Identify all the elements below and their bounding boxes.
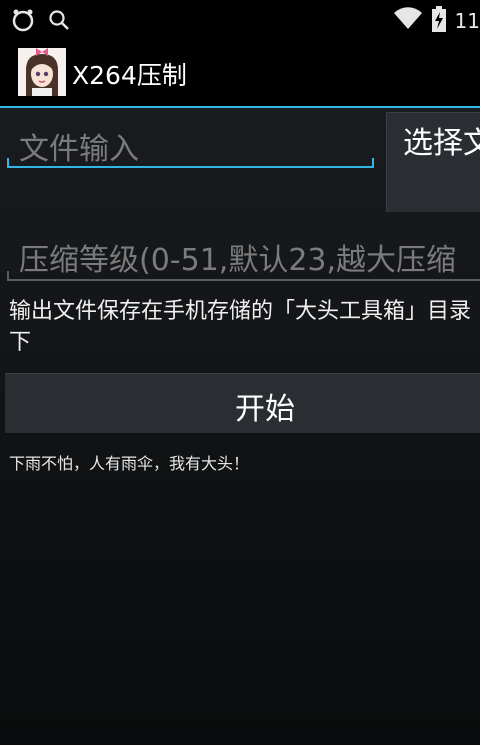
compression-level-input[interactable]: 压缩等级(0-51,默认23,越大压缩 (7, 225, 480, 281)
input-underline-tick (7, 271, 9, 279)
action-bar: X264压制 (0, 38, 480, 108)
file-input-placeholder: 文件输入 (19, 132, 139, 167)
app-avatar-icon[interactable] (18, 48, 66, 96)
start-button-label: 开始 (235, 392, 295, 427)
status-right-icons: 11 (393, 6, 480, 36)
app-title: X264压制 (72, 61, 187, 90)
select-file-button-label: 选择文件 (403, 126, 480, 161)
output-info-text: 输出文件保存在手机存储的「大头工具箱」目录下 (9, 299, 472, 355)
input-underline-tick (7, 158, 9, 166)
status-left-icons (10, 7, 70, 37)
start-button[interactable]: 开始 (5, 373, 480, 433)
status-bar: 11 (0, 0, 480, 38)
select-file-button[interactable]: 选择文件 (386, 112, 480, 212)
compression-level-placeholder: 压缩等级(0-51,默认23,越大压缩 (19, 243, 457, 278)
input-underline-tick (372, 158, 374, 166)
file-input-field[interactable]: 文件输入 (7, 112, 374, 168)
android-status-icon (10, 7, 36, 37)
footer-note: 下雨不怕，人有雨伞，我有大头！ (9, 454, 250, 473)
clock-text: 11 (454, 9, 480, 33)
battery-icon (431, 6, 447, 36)
search-icon (48, 9, 70, 35)
wifi-icon (393, 7, 423, 35)
